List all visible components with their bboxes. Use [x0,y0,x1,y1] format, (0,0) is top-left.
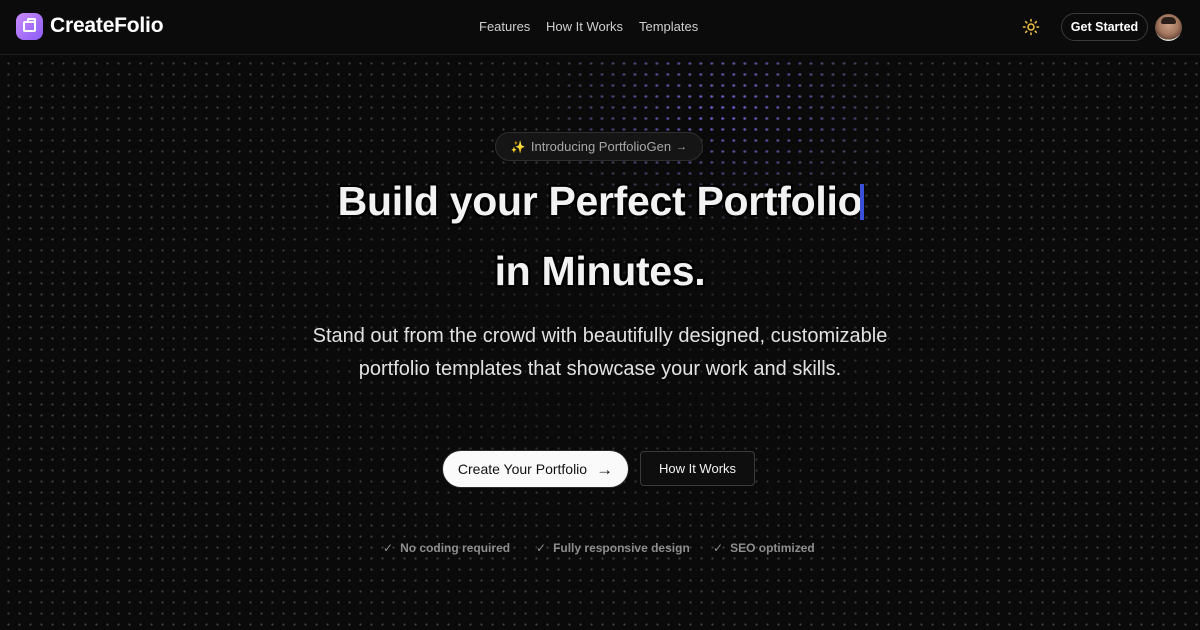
sun-icon[interactable] [1022,18,1040,36]
feature-item: ✓ Fully responsive design [536,541,690,555]
briefcase-icon [23,18,36,32]
create-portfolio-label: Create Your Portfolio [457,461,588,477]
hero-headline-line1: Build your Perfect Portfolio [337,178,863,224]
hero-headline-line2: in Minutes. [494,248,706,294]
feature-label: SEO optimized [730,541,815,555]
create-portfolio-button[interactable]: Create Your Portfolio → [443,451,628,487]
sparkles-icon: ✨ [510,139,526,154]
feature-item: ✓ No coding required [383,541,510,555]
get-started-button[interactable]: Get Started [1061,13,1148,41]
how-it-works-button[interactable]: How It Works [640,451,755,486]
nav-link-how-it-works[interactable]: How It Works [546,19,623,34]
nav-link-features[interactable]: Features [479,19,530,34]
nav-link-templates[interactable]: Templates [639,19,698,34]
check-icon: ✓ [536,541,547,555]
check-icon: ✓ [383,541,394,555]
typing-cursor [860,184,864,220]
announcement-badge[interactable]: ✨ Introducing PortfolioGen → [495,132,703,161]
announcement-text: Introducing PortfolioGen [530,139,672,154]
brand-name[interactable]: CreateFolio [50,14,164,38]
arrow-right-icon: → [596,459,614,479]
feature-label: No coding required [400,541,511,555]
hero-subtitle: Stand out from the crowd with beautifull… [312,325,888,380]
arrow-right-icon: → [676,140,688,153]
check-icon: ✓ [713,541,724,555]
user-avatar[interactable] [1155,14,1182,41]
feature-item: ✓ SEO optimized [713,541,815,555]
top-navbar: CreateFolio Features How It Works Templa… [0,0,1200,55]
feature-label: Fully responsive design [553,541,690,555]
logo-icon[interactable] [16,13,43,40]
